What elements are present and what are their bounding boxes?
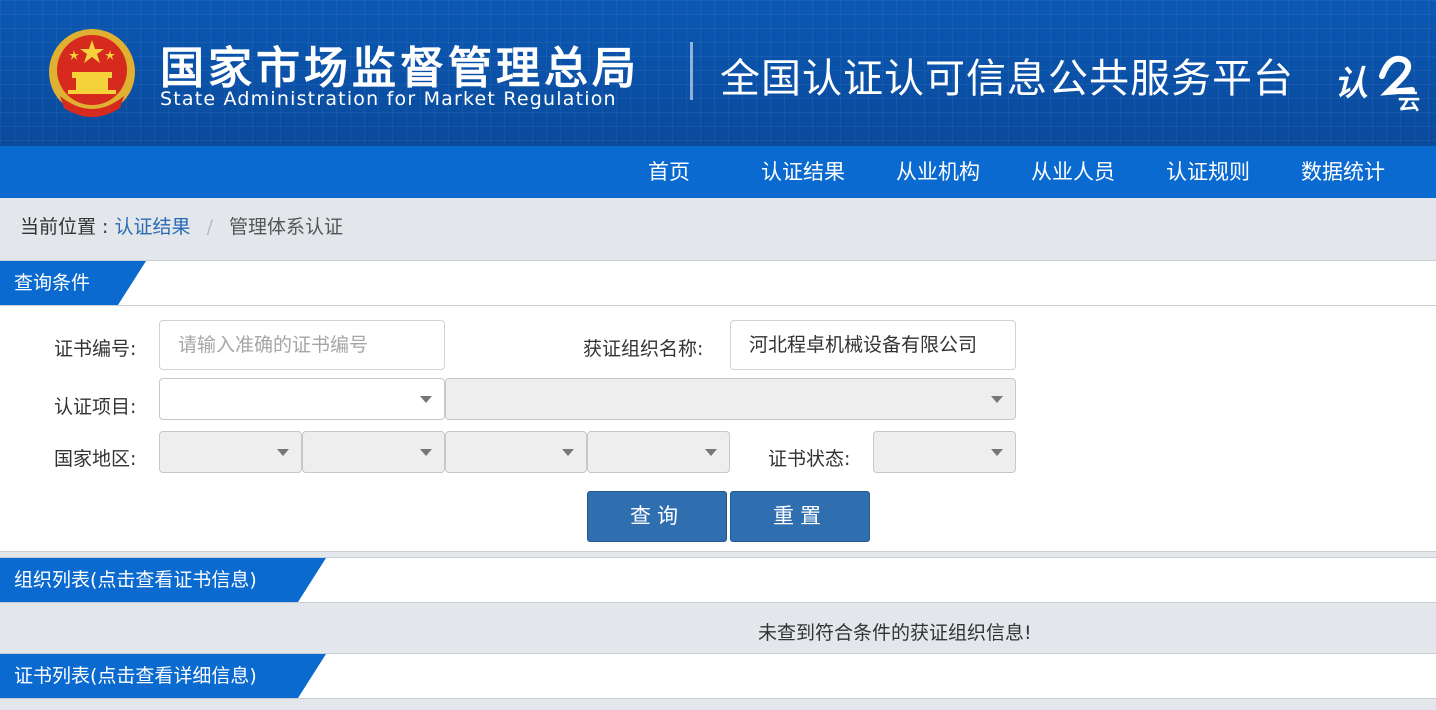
cert-no-input[interactable]: 请输入准确的证书编号	[159, 320, 445, 370]
nav-item-cert-rules[interactable]: 认证规则	[1166, 146, 1250, 198]
org-list-section-title: 组织列表(点击查看证书信息)	[14, 569, 257, 591]
region-country-select[interactable]	[159, 431, 302, 473]
nav-item-statistics[interactable]: 数据统计	[1301, 146, 1385, 198]
region-district-select[interactable]	[587, 431, 730, 473]
nav-item-institutions[interactable]: 从业机构	[896, 146, 980, 198]
chevron-down-icon	[705, 449, 717, 456]
main-nav: 首页 认证结果 从业机构 从业人员 认证规则 数据统计	[0, 146, 1436, 198]
nav-item-cert-results[interactable]: 认证结果	[761, 146, 845, 198]
org-name-label: 获证组织名称:	[583, 338, 704, 360]
logo-sub: 云	[1398, 90, 1421, 115]
cert-list-section-header: 证书列表(点击查看详细信息)	[0, 653, 1436, 699]
cert-no-label: 证书编号:	[54, 338, 137, 360]
platform-title: 全国认证认可信息公共服务平台	[720, 56, 1294, 102]
project-subtype-select[interactable]	[445, 378, 1016, 420]
breadcrumb-prefix: 当前位置 :	[20, 216, 109, 238]
cert-list-section-title: 证书列表(点击查看详细信息)	[14, 665, 257, 687]
region-province-select[interactable]	[302, 431, 445, 473]
reset-button[interactable]: 重置	[730, 491, 870, 542]
query-section-title: 查询条件	[14, 272, 91, 294]
breadcrumb-link-cert-results[interactable]: 认证结果	[115, 216, 191, 238]
org-name-input[interactable]: 河北程卓机械设备有限公司	[730, 320, 1016, 370]
nav-item-home[interactable]: 首页	[648, 146, 690, 198]
search-button[interactable]: 查询	[587, 491, 727, 542]
breadcrumb-current: 管理体系认证	[229, 216, 344, 238]
logo-text: 认	[1334, 64, 1368, 104]
query-form: 证书编号: 请输入准确的证书编号 获证组织名称: 河北程卓机械设备有限公司 认证…	[0, 306, 1436, 552]
national-emblem-icon	[49, 29, 135, 117]
status-select[interactable]	[873, 431, 1016, 473]
nav-item-personnel[interactable]: 从业人员	[1031, 146, 1115, 198]
header-divider	[690, 42, 693, 100]
breadcrumb: 当前位置 : 认证结果 / 管理体系认证	[20, 212, 343, 239]
region-label: 国家地区:	[54, 448, 137, 470]
query-section-header: 查询条件	[0, 260, 1436, 306]
project-label: 认证项目:	[54, 396, 137, 418]
status-label: 证书状态:	[768, 448, 851, 470]
project-select[interactable]	[159, 378, 445, 420]
chevron-down-icon	[277, 449, 289, 456]
chevron-down-icon	[420, 396, 432, 403]
org-list-empty-row: 未查到符合条件的获证组织信息!	[0, 609, 1436, 653]
org-list-section-header: 组织列表(点击查看证书信息)	[0, 557, 1436, 603]
breadcrumb-separator: /	[206, 216, 213, 238]
chevron-down-icon	[562, 449, 574, 456]
region-city-select[interactable]	[445, 431, 587, 473]
header-banner: 国家市场监督管理总局 State Administration for Mark…	[0, 0, 1436, 146]
org-list-empty-message: 未查到符合条件的获证组织信息!	[758, 622, 1032, 644]
chevron-down-icon	[991, 396, 1003, 403]
chevron-down-icon	[991, 449, 1003, 456]
chevron-down-icon	[420, 449, 432, 456]
agency-name-en: State Administration for Market Regulati…	[160, 88, 617, 110]
agency-name-cn: 国家市场监督管理总局	[160, 43, 640, 94]
